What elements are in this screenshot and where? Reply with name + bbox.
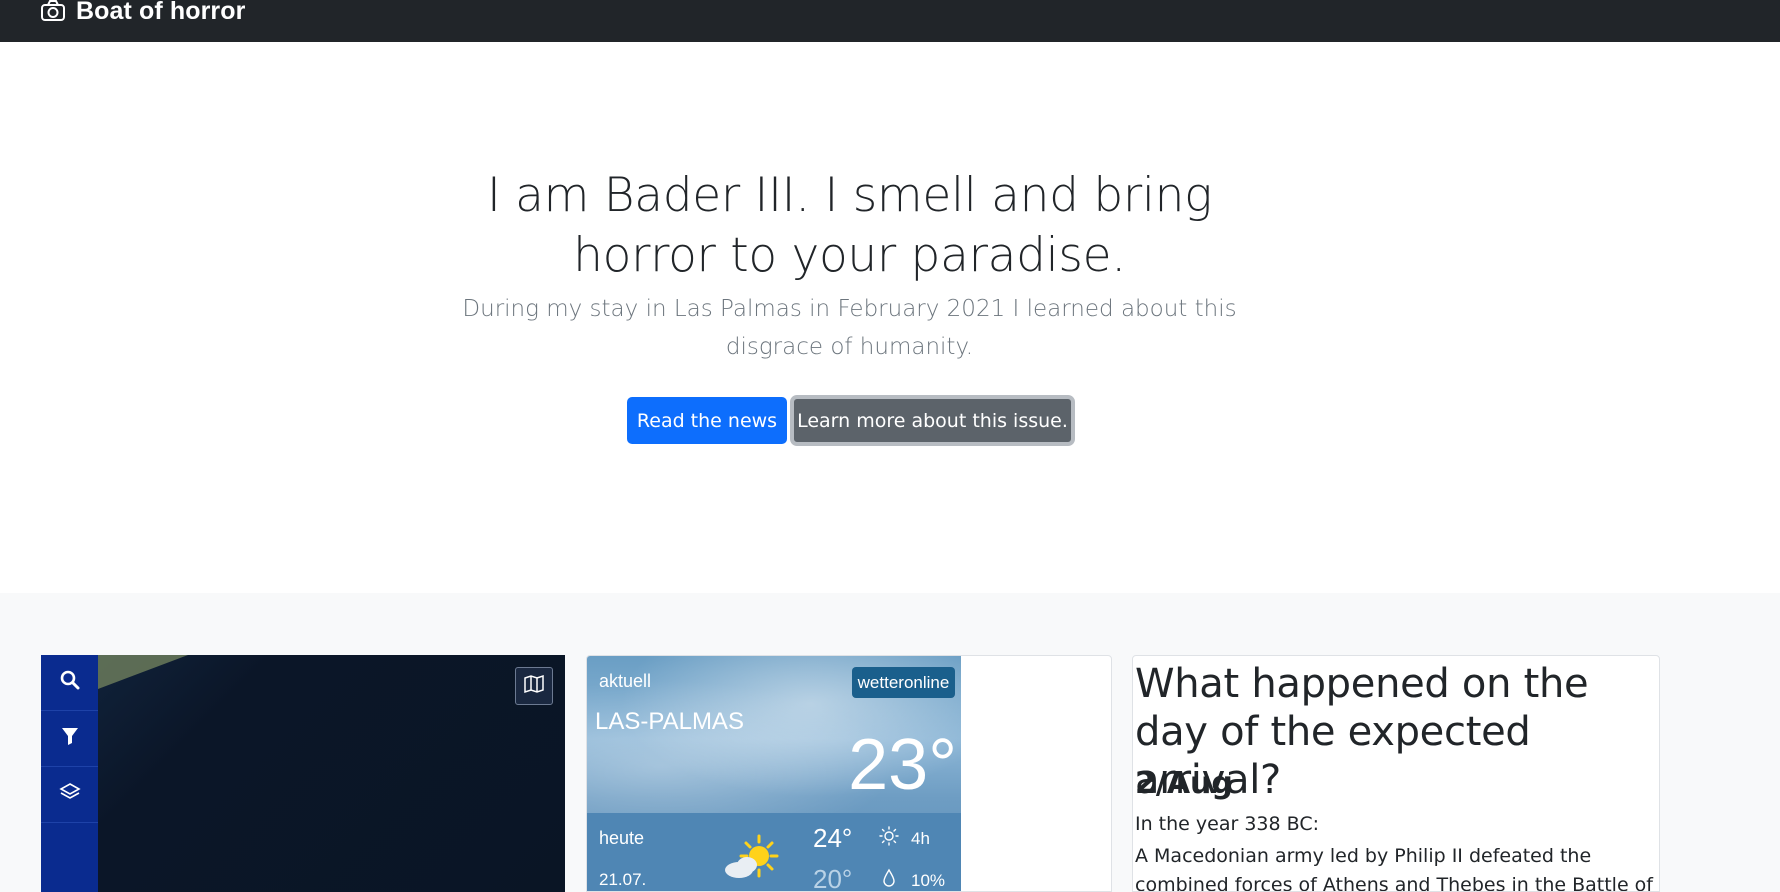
camera-icon <box>40 0 66 23</box>
rain-drop-icon <box>879 868 899 891</box>
weather-rain-chance: 10% <box>911 871 946 890</box>
map-search-button[interactable] <box>41 655 98 711</box>
history-date: 2/Aug <box>1135 766 1233 801</box>
map-filter-button[interactable] <box>41 711 98 767</box>
hero-title: I am Bader III. I smell and bring horror… <box>486 168 1213 283</box>
map-layers-button[interactable] <box>41 767 98 823</box>
map-toolbar <box>41 655 98 892</box>
weather-widget[interactable]: aktuell wetteronline LAS-PALMAS 23° heut… <box>587 656 961 892</box>
search-icon <box>60 670 80 695</box>
weather-card: aktuell wetteronline LAS-PALMAS 23° heut… <box>586 655 1112 892</box>
partly-sunny-icon <box>717 834 781 887</box>
read-news-button[interactable]: Read the news <box>627 397 787 444</box>
filter-icon <box>60 726 80 751</box>
weather-today-label: heute <box>599 828 645 848</box>
history-card: What happened on the day of the expected… <box>1132 655 1660 892</box>
weather-brand-logo[interactable]: wetteronline <box>852 667 955 698</box>
weather-current-temp: 23° <box>848 725 957 805</box>
map-card <box>41 655 565 892</box>
sun-icon <box>879 826 899 851</box>
layers-icon <box>58 782 81 807</box>
weather-low-temp: 20° <box>813 864 853 892</box>
map-icon <box>523 674 545 699</box>
history-year: In the year 338 BC: <box>1135 813 1320 835</box>
brand-name: Boat of horror <box>76 0 246 25</box>
hero-section: I am Bader III. I smell and bring horror… <box>0 42 1780 593</box>
map-type-button[interactable] <box>515 667 553 705</box>
weather-high-temp: 24° <box>813 823 853 853</box>
map-landmass <box>98 655 188 689</box>
brand-link[interactable]: Boat of horror <box>40 0 245 26</box>
history-body: A Macedonian army led by Philip II defea… <box>1135 845 1654 892</box>
map-view[interactable] <box>98 655 565 892</box>
weather-sunshine-hours: 4h <box>911 829 930 848</box>
weather-date: 21.07. <box>599 870 647 889</box>
navbar: Boat of horror <box>0 0 1780 42</box>
learn-more-button[interactable]: Learn more about this issue. <box>790 395 1075 446</box>
weather-current-label: aktuell <box>599 671 652 691</box>
hero-lead: During my stay in Las Palmas in February… <box>462 296 1237 360</box>
weather-city: LAS-PALMAS <box>595 708 744 735</box>
